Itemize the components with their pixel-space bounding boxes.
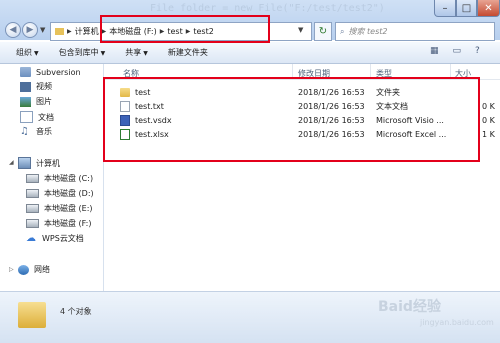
maximize-button[interactable]: □ xyxy=(456,0,477,17)
cloud-icon: ☁ xyxy=(26,232,36,244)
file-size: 0 K xyxy=(482,102,495,111)
sidebar-item-documents[interactable]: 文档 xyxy=(20,111,54,123)
sidebar-item-drive-d[interactable]: 本地磁盘 (D:) xyxy=(26,188,94,199)
drive-icon xyxy=(26,219,39,228)
command-bar: 组织 ▼ 包含到库中 ▼ 共享 ▼ 新建文件夹 xyxy=(0,42,500,64)
pictures-library-icon xyxy=(20,96,31,107)
preview-pane-icon[interactable]: ▭ xyxy=(453,46,462,56)
search-input[interactable]: ⌕ 搜索 test2 xyxy=(335,22,495,41)
refresh-icon: ↻ xyxy=(318,26,328,37)
collapse-arrow-icon[interactable]: ◢ xyxy=(9,159,14,166)
close-button[interactable]: ✕ xyxy=(477,0,500,17)
sidebar-item-drive-e[interactable]: 本地磁盘 (E:) xyxy=(26,203,93,214)
forward-arrow-icon: ▶ xyxy=(26,25,34,35)
caret-down-icon: ▼ xyxy=(100,50,106,57)
refresh-button[interactable]: ↻ xyxy=(314,22,332,41)
search-placeholder: 搜索 test2 xyxy=(348,27,388,36)
back-button[interactable]: ◀ xyxy=(5,22,21,38)
sidebar-item-subversion[interactable]: Subversion xyxy=(20,67,81,77)
view-controls: ▦ ▭ ? xyxy=(430,46,480,56)
drive-icon xyxy=(26,174,39,183)
watermark-url: jingyan.baidu.com xyxy=(420,318,494,327)
share-button[interactable]: 共享 ▼ xyxy=(125,47,148,58)
folder-icon xyxy=(55,28,64,35)
documents-library-icon xyxy=(20,111,33,123)
expand-arrow-icon[interactable]: ▷ xyxy=(9,266,14,273)
caret-down-icon: ▼ xyxy=(143,50,148,57)
background-code-text: File folder = new File("F:/test/test2") xyxy=(150,3,385,14)
sidebar-item-drive-c[interactable]: 本地磁盘 (C:) xyxy=(26,173,93,184)
new-folder-button[interactable]: 新建文件夹 xyxy=(168,47,208,58)
sidebar-item-network[interactable]: 网络 xyxy=(18,264,50,275)
network-icon xyxy=(18,264,29,275)
files-highlight-box xyxy=(103,77,480,162)
sidebar-item-wps-cloud[interactable]: ☁ WPS云文档 xyxy=(26,233,84,244)
file-size: 1 K xyxy=(482,130,495,139)
minimize-button[interactable]: – xyxy=(434,0,456,17)
forward-button[interactable]: ▶ xyxy=(22,22,38,38)
include-in-library-button[interactable]: 包含到库中 ▼ xyxy=(59,47,106,58)
search-icon: ⌕ xyxy=(340,26,345,36)
back-arrow-icon: ◀ xyxy=(9,25,17,35)
file-size: 0 K xyxy=(482,116,495,125)
video-library-icon xyxy=(20,81,31,92)
sidebar-item-music[interactable]: ♫ 音乐 xyxy=(20,126,52,137)
watermark-text: Baid经验 xyxy=(378,299,441,315)
library-icon xyxy=(20,67,31,77)
address-highlight-box xyxy=(100,15,270,43)
caret-down-icon: ▼ xyxy=(34,50,39,57)
organize-button[interactable]: 组织 ▼ xyxy=(16,47,39,58)
chevron-right-icon: ▶ xyxy=(67,28,72,35)
view-options-icon[interactable]: ▦ xyxy=(430,46,439,56)
recent-locations-dropdown[interactable]: ▼ xyxy=(40,26,45,34)
sidebar-item-computer[interactable]: 计算机 xyxy=(18,157,60,169)
sidebar-item-videos[interactable]: 视频 xyxy=(20,81,52,92)
breadcrumb-computer[interactable]: 计算机 xyxy=(75,26,99,37)
navigation-pane: Subversion 视频 图片 文档 ♫ 音乐 ◢ 计算机 本地磁盘 (C:) … xyxy=(0,64,104,291)
drive-icon xyxy=(26,204,39,213)
item-count: 4 个对象 xyxy=(60,307,92,316)
sidebar-item-drive-f[interactable]: 本地磁盘 (F:) xyxy=(26,218,91,229)
help-icon[interactable]: ? xyxy=(475,46,480,56)
sidebar-item-pictures[interactable]: 图片 xyxy=(20,96,52,107)
drive-icon xyxy=(26,189,39,198)
address-dropdown-icon[interactable]: ▼ xyxy=(298,26,303,34)
computer-icon xyxy=(18,157,31,169)
folder-icon xyxy=(18,302,46,328)
music-note-icon: ♫ xyxy=(20,125,29,137)
